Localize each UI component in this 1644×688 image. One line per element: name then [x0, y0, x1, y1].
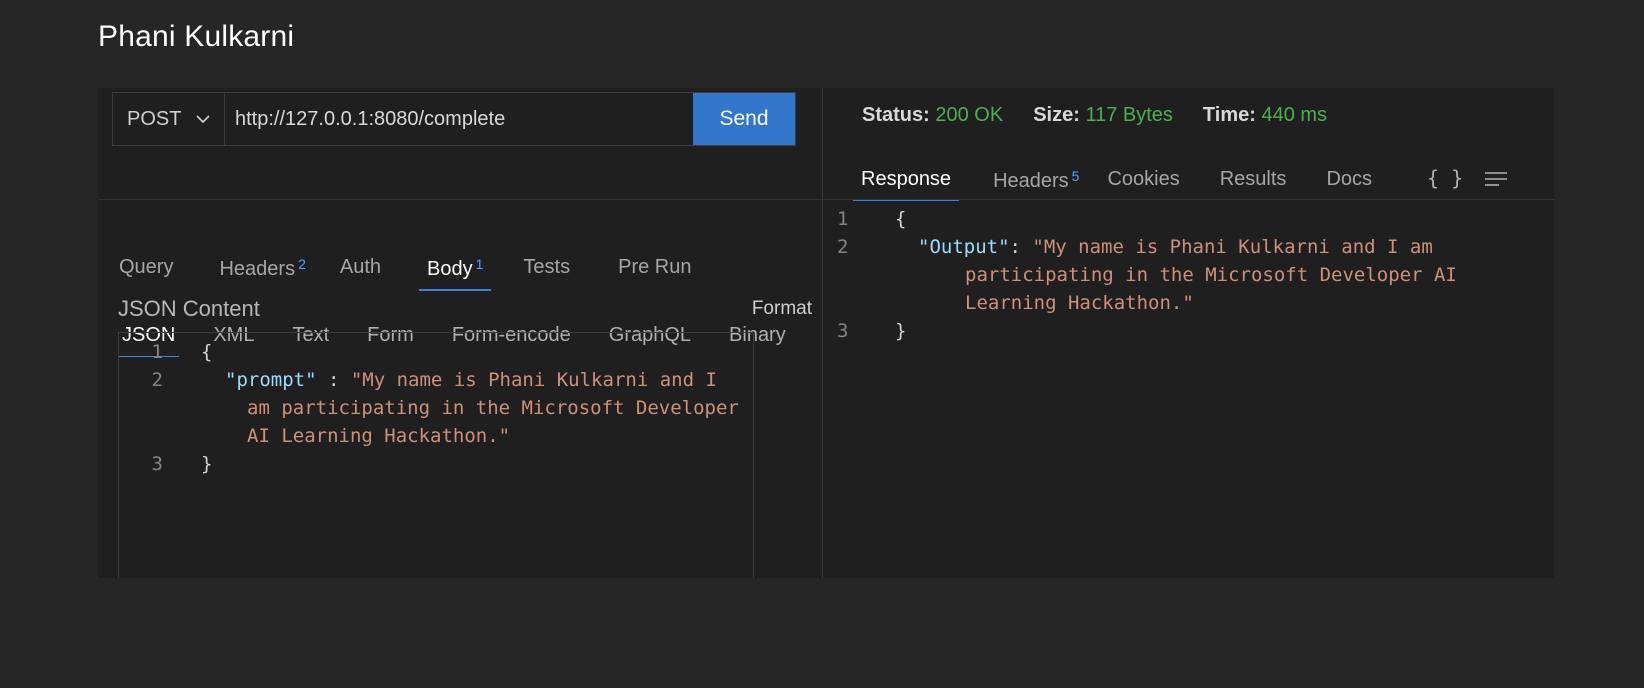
tab-tests[interactable]: Tests — [523, 256, 570, 289]
method-value: POST — [127, 107, 182, 130]
json-key: "Output" — [918, 236, 1010, 258]
line-number: 1 — [837, 208, 849, 230]
code-line-2: "Output": "My name is Phani Kulkarni and… — [918, 236, 1433, 258]
json-value: "My name is Phani Kulkarni and I — [350, 369, 717, 391]
tab-headers[interactable]: Headers 2 — [219, 256, 305, 291]
json-value-wrap-1: participating in the Microsoft Developer… — [965, 264, 1457, 286]
tab-auth[interactable]: Auth — [340, 256, 381, 289]
line-number: 2 — [837, 236, 849, 258]
send-button[interactable]: Send — [693, 93, 795, 145]
url-input[interactable] — [225, 93, 693, 145]
json-key: "prompt" — [225, 369, 317, 391]
tab-pre-run[interactable]: Pre Run — [618, 256, 691, 289]
page-title: Phani Kulkarni — [98, 20, 295, 53]
body-count-badge: 1 — [475, 256, 484, 272]
request-tabs: Query Headers 2 Auth Body 1 Tests Pre Run — [119, 256, 691, 291]
url-bar: POST Send — [112, 92, 796, 146]
response-pane: Status: 200 OK Size: 117 Bytes Time: 440… — [823, 88, 1554, 578]
code-line-2: "prompt" : "My name is Phani Kulkarni an… — [225, 369, 717, 391]
request-pane: POST Send Query Headers2 Auth Body1 Test… — [98, 88, 822, 578]
response-body-viewer: 1 { 2 "Output": "My name is Phani Kulkar… — [823, 88, 1554, 578]
request-body-editor[interactable]: 1 { 2 "prompt" : "My name is Phani Kulka… — [118, 332, 754, 578]
line-number: 3 — [837, 320, 849, 342]
json-value-wrap-2: Learning Hackathon." — [965, 292, 1194, 314]
chevron-down-icon — [196, 115, 210, 124]
tab-body[interactable]: Body 1 — [418, 256, 492, 291]
line-number: 3 — [151, 453, 163, 475]
code-open-brace: { — [895, 208, 907, 230]
line-number: 2 — [151, 369, 163, 391]
headers-count-badge: 2 — [298, 256, 306, 272]
code-open-brace: { — [201, 341, 213, 363]
format-button[interactable]: Format — [752, 298, 812, 320]
code-close-brace: } — [895, 320, 907, 342]
json-content-label: JSON Content — [118, 296, 260, 321]
json-value-wrap-1: am participating in the Microsoft Develo… — [247, 397, 739, 419]
line-number: 1 — [151, 341, 163, 363]
method-select[interactable]: POST — [113, 93, 225, 145]
main-panel: POST Send Query Headers2 Auth Body1 Test… — [98, 88, 1554, 578]
tab-query[interactable]: Query — [119, 256, 173, 289]
tabs-divider — [98, 199, 822, 200]
json-value: "My name is Phani Kulkarni and I am — [1032, 236, 1433, 258]
code-close-brace: } — [201, 453, 213, 475]
json-value-wrap-2: AI Learning Hackathon." — [247, 425, 511, 447]
